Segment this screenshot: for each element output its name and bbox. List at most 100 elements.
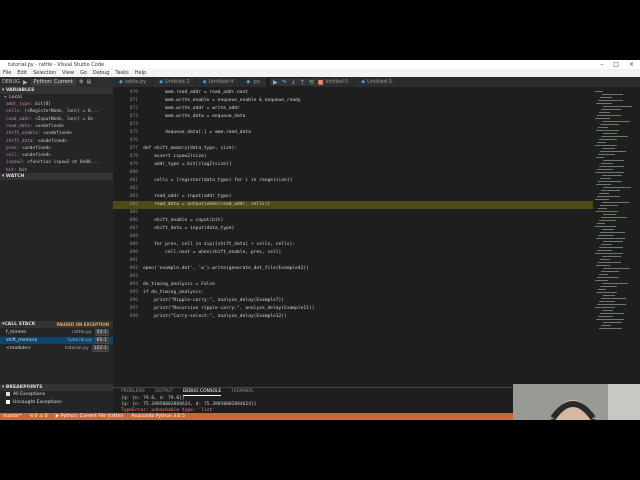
code-line[interactable]: mem.write_enable = enqueue_enable & enqu… xyxy=(143,97,301,105)
menu-debug[interactable]: Debug xyxy=(93,70,109,76)
code-line[interactable]: def shift_memory(data_type, size): xyxy=(143,145,237,153)
start-debug-icon[interactable]: ▶ xyxy=(23,79,28,86)
code-line[interactable]: read_data = output(when(read_addr, cells… xyxy=(143,201,270,209)
minimap-line xyxy=(598,181,622,182)
step-into-icon[interactable]: ↓ xyxy=(291,79,296,86)
menu-selection[interactable]: Selection xyxy=(33,70,56,76)
code-line[interactable]: mem.write_data = enqueue_data xyxy=(143,113,245,121)
tab-0[interactable]: ◆ rattle.py xyxy=(113,77,154,87)
checkbox-icon[interactable] xyxy=(6,391,10,396)
scope-local[interactable]: ▾ Local xyxy=(0,94,113,101)
variable-row[interactable]: read_addr: <InputNode, len() = 6> xyxy=(0,116,113,123)
variable-row[interactable]: shift_data: <undefined> xyxy=(0,138,113,145)
variable-row[interactable]: read_data: <undefined> xyxy=(0,123,113,130)
line-number: 895 xyxy=(129,290,138,295)
code-line[interactable]: addr_type = bit[clog2(size)] xyxy=(143,161,231,169)
bp-all-exceptions[interactable]: All Exceptions xyxy=(0,391,113,398)
menu-help[interactable]: Help xyxy=(135,70,146,76)
restart-icon[interactable]: ⟲ xyxy=(309,79,314,86)
code-line[interactable]: shift_enable = input(bit) xyxy=(143,217,223,225)
console-icon[interactable]: ▤ xyxy=(86,79,91,85)
code-line[interactable]: shift_data = input(data_type) xyxy=(143,225,234,233)
variables-header[interactable]: ▾ VARIABLES xyxy=(0,87,113,94)
continue-icon[interactable]: ▶ xyxy=(273,79,278,86)
breakpoints-header[interactable]: ▾ BREAKPOINTS xyxy=(0,384,113,391)
minimize-icon[interactable]: – xyxy=(600,61,603,68)
code-editor[interactable]: 870 mem.read_addr = read_addr.next 871 me… xyxy=(113,87,593,387)
minimap[interactable] xyxy=(593,87,633,387)
code-line[interactable]: dequeue_data[:] = mem.read_data xyxy=(143,129,251,137)
maximize-icon[interactable]: □ xyxy=(613,61,619,68)
code-line[interactable]: cell.next = when(shift_enable, prev, cel… xyxy=(143,249,281,257)
panel-tab-0[interactable]: PROBLEMS xyxy=(121,388,145,396)
code-line[interactable]: assert ispow2(size) xyxy=(143,153,207,161)
code-line[interactable]: read_addr = input(addr_type) xyxy=(143,193,231,201)
minimap-line xyxy=(600,313,624,314)
variable-row[interactable]: cells: [<RegisterNode, len() = 8... xyxy=(0,108,113,115)
minimap-line xyxy=(596,103,612,104)
code-line[interactable]: cells = [register(data_type) for i in ra… xyxy=(143,177,292,185)
variable-name: cell: xyxy=(6,153,20,159)
git-branch[interactable]: master* xyxy=(3,414,22,419)
menu-go[interactable]: Go xyxy=(80,70,87,76)
minimap-line xyxy=(603,106,632,107)
code-line[interactable]: do_timing_analysis = False xyxy=(143,281,215,289)
minimap-line xyxy=(595,91,603,92)
code-line[interactable]: mem.write_addr = write_addr xyxy=(143,105,240,113)
callstack-header[interactable]: ▾ CALL STACK PAUSED ON EXCEPTION xyxy=(0,321,113,328)
checkbox-icon[interactable] xyxy=(6,399,10,404)
menu-tasks[interactable]: Tasks xyxy=(115,70,128,76)
code-line[interactable]: mem.read_addr = read_addr.next xyxy=(143,89,248,97)
variable-row[interactable]: addr_type: bit[8] xyxy=(0,101,113,108)
python-interpreter[interactable]: Anaconda Python 3.6.5 xyxy=(131,414,184,419)
debug-config-select[interactable]: Python: Current xyxy=(30,78,76,86)
file-icon: ◆ xyxy=(159,79,163,85)
callstack-frame[interactable]: shift_memory tutorial.py 85:1 xyxy=(0,337,113,344)
gear-icon[interactable]: ⚙ xyxy=(79,79,83,85)
variable-row[interactable]: prev: <undefined> xyxy=(0,145,113,152)
bp-label: Uncaught Exceptions xyxy=(13,400,62,405)
step-out-icon[interactable]: ↑ xyxy=(300,79,305,86)
code-line[interactable]: print("Ripple-carry:", analyze_delay(Exa… xyxy=(143,297,284,305)
variable-row[interactable]: ispow2: <function ispow2 at 0x00... xyxy=(0,159,113,166)
code-line[interactable]: print("Carry-select:", analyze_delay(Exa… xyxy=(143,313,287,321)
tab-label: Untitled-2 xyxy=(164,79,190,85)
panel-tab-1[interactable]: OUTPUT xyxy=(155,388,173,396)
variable-name: shift_data: xyxy=(6,138,36,144)
close-icon[interactable]: × xyxy=(629,61,634,68)
variable-row[interactable]: shift_enable: <undefined> xyxy=(0,130,113,137)
panel-tab-2[interactable]: DEBUG CONSOLE xyxy=(182,388,222,396)
minimap-line xyxy=(601,190,620,191)
tab-1[interactable]: ◆ Untitled-2 xyxy=(153,77,197,87)
variable-name: ispow2: xyxy=(6,160,25,166)
callstack-frame[interactable]: f_mmem rattle.py 54:1 xyxy=(0,329,113,336)
menu-edit[interactable]: Edit xyxy=(17,70,27,76)
step-over-icon[interactable]: ↷ xyxy=(282,79,287,86)
stop-icon[interactable]: ■ xyxy=(318,79,324,86)
debug-status[interactable]: ▶ Python: Current File (rattle) xyxy=(56,414,124,419)
panel-tab-3[interactable]: TERMINAL xyxy=(231,388,253,396)
minimap-line xyxy=(600,124,619,125)
file-icon: ◆ xyxy=(119,79,123,85)
code-line[interactable]: for prev, cell in zip([shift_data] + cel… xyxy=(143,241,295,249)
minimap-line xyxy=(597,223,605,224)
bp-uncaught-exceptions[interactable]: Uncaught Exceptions xyxy=(0,399,113,406)
minimap-line xyxy=(596,319,624,320)
tab-2[interactable]: ◆ Untitled-4 xyxy=(196,77,241,87)
minimap-line xyxy=(601,298,626,299)
problems-count[interactable]: ⟲ 0 ⚠ 0 xyxy=(30,414,48,419)
tab-3[interactable]: ◆ .py xyxy=(240,77,267,87)
code-line[interactable]: print("Recursive ripple-carry:", analyze… xyxy=(143,305,314,313)
minimap-line xyxy=(595,253,623,254)
callstack-frame[interactable]: <module> tutorial.py 102:1 xyxy=(0,345,113,352)
tab-6[interactable]: ◆ Untitled-3 xyxy=(355,77,399,87)
minimap-line xyxy=(598,262,621,263)
menu-view[interactable]: View xyxy=(62,70,74,76)
code-line[interactable]: open('example.dot', 'w').write(generate_… xyxy=(143,265,309,273)
watch-header[interactable]: ▾ WATCH xyxy=(0,173,113,180)
variables-title: VARIABLES xyxy=(5,88,35,93)
menu-file[interactable]: File xyxy=(3,70,11,76)
minimap-line xyxy=(598,127,608,128)
code-line[interactable]: if do_timing_analysis: xyxy=(143,289,204,297)
variable-row[interactable]: cell: <undefined> xyxy=(0,152,113,159)
